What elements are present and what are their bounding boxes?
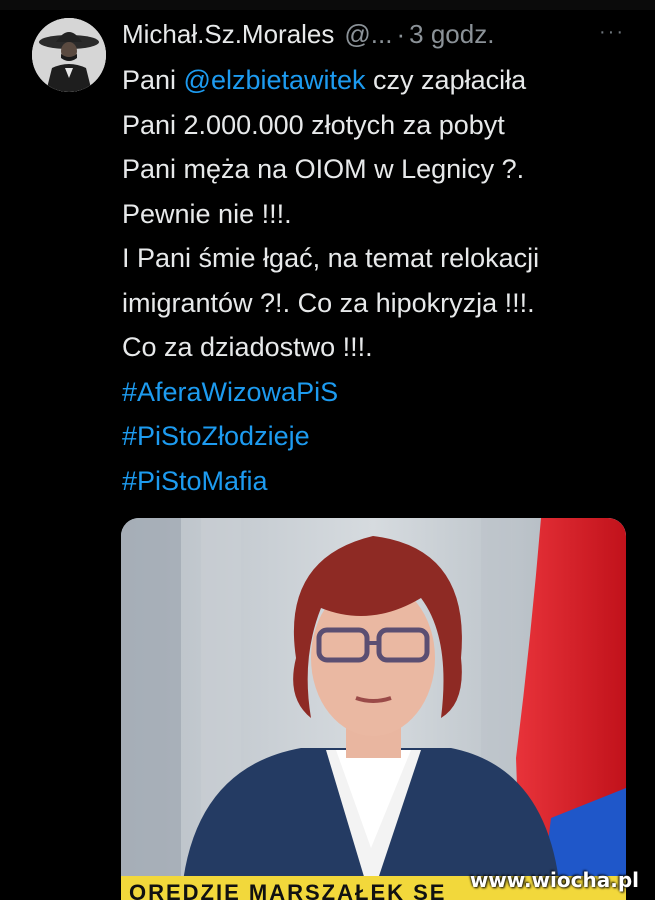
tweet-text-line: Pani męża na OIOM w Legnicy ?.	[122, 147, 642, 192]
tv-banner-text: ORĘDZIE MARSZAŁEK SE	[129, 880, 447, 900]
tweet-text-line: #PiStoZłodzieje	[122, 414, 642, 459]
more-options-icon[interactable]: ···	[592, 20, 632, 44]
hashtag-link[interactable]: #PiStoMafia	[122, 466, 268, 496]
mention-link[interactable]: @elzbietawitek	[184, 65, 366, 95]
hashtag-link[interactable]: #PiStoZłodzieje	[122, 421, 310, 451]
tweet-text-segment: Co za dziadostwo !!!.	[122, 332, 373, 362]
tweet-text-line: Pani @elzbietawitek czy zapłaciła	[122, 58, 642, 103]
tweet-text-line: #PiStoMafia	[122, 459, 642, 504]
tweet-media-photo[interactable]: ORĘDZIE MARSZAŁEK SE	[121, 518, 626, 900]
tweet-text-segment: Pani męża na OIOM w Legnicy ?.	[122, 154, 525, 184]
author-handle[interactable]: @...	[344, 19, 392, 50]
tweet-header: Michał.Sz.Morales @... · 3 godz.	[122, 14, 632, 54]
tweet-text-segment: I Pani śmie łgać, na temat relokacji	[122, 243, 540, 273]
tweet-text-line: imigrantów ?!. Co za hipokryzja !!!.	[122, 281, 642, 326]
dot-separator: ·	[396, 18, 406, 49]
tweet-text-segment: Pani	[122, 65, 184, 95]
top-edge	[0, 0, 655, 10]
tweet-text-segment: czy zapłaciła	[365, 65, 527, 95]
avatar-photo	[32, 18, 106, 92]
author-name[interactable]: Michał.Sz.Morales	[122, 19, 334, 50]
tweet-text-line: #AferaWizowaPiS	[122, 370, 642, 415]
tweet-text-line: Pewnie nie !!!.	[122, 192, 642, 237]
site-watermark: www.wiocha.pl	[469, 868, 639, 892]
tweet-timestamp[interactable]: 3 godz.	[409, 19, 494, 50]
tweet-text-segment: Pani 2.000.000 złotych za pobyt	[122, 109, 505, 140]
tweet-text-line: Pani 2.000.000 złotych za pobyt	[122, 103, 642, 148]
photo-illustration	[121, 518, 626, 900]
tweet-text-segment: imigrantów ?!. Co za hipokryzja !!!.	[122, 287, 535, 318]
tweet-text-segment: Pewnie nie !!!.	[122, 198, 292, 229]
tweet-text: Pani @elzbietawitek czy zapłaciła Pani 2.…	[122, 58, 642, 503]
avatar[interactable]	[32, 18, 106, 92]
tweet-text-line: Co za dziadostwo !!!.	[122, 325, 642, 370]
hashtag-link[interactable]: #AferaWizowaPiS	[122, 377, 338, 407]
tweet-text-line: I Pani śmie łgać, na temat relokacji	[122, 236, 642, 281]
